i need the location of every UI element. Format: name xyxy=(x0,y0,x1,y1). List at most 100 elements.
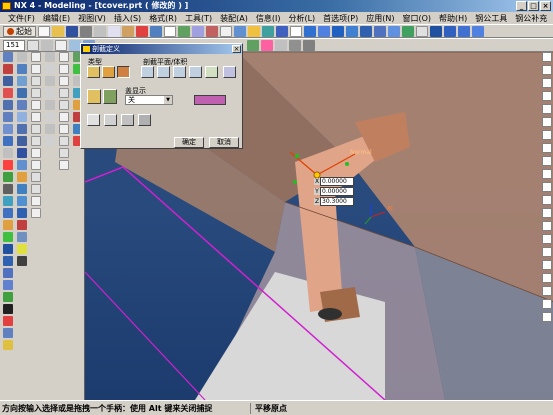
edit-object-icon[interactable] xyxy=(472,25,484,37)
polygon-icon[interactable] xyxy=(31,112,41,122)
cancel-button[interactable]: 取消 xyxy=(209,137,239,148)
spline-icon[interactable] xyxy=(31,88,41,98)
view-more-icon[interactable] xyxy=(541,286,552,296)
coord-y-field[interactable]: Y 0.00000 xyxy=(314,187,354,196)
vector-icon[interactable] xyxy=(261,39,273,51)
extract-icon[interactable] xyxy=(17,196,27,206)
ok-button[interactable]: 确定 xyxy=(174,137,204,148)
dialog-title-bar[interactable]: 剖截定义 × xyxy=(81,44,242,54)
type-one-plane-icon[interactable] xyxy=(87,66,100,78)
cap-select[interactable]: 关 ▼ xyxy=(125,95,173,105)
offset-sketch-icon[interactable] xyxy=(59,148,69,158)
cap-color-swatch[interactable] xyxy=(194,95,226,105)
view-last-icon[interactable] xyxy=(541,312,552,322)
new-file-icon[interactable] xyxy=(38,25,50,37)
view-layout-icon[interactable] xyxy=(541,195,552,205)
subtract-icon[interactable] xyxy=(3,244,13,254)
draft-icon[interactable] xyxy=(3,304,13,314)
chamfer-icon[interactable] xyxy=(3,280,13,290)
view-lights-icon[interactable] xyxy=(541,234,552,244)
view-fit-icon[interactable] xyxy=(541,65,552,75)
view-orient-icon[interactable] xyxy=(541,52,552,62)
datum-plane-icon[interactable] xyxy=(17,52,27,62)
coord-z-field[interactable]: Z 30.3000 xyxy=(314,197,354,206)
pattern-icon[interactable] xyxy=(17,124,27,134)
blend-icon[interactable] xyxy=(3,268,13,278)
coord-z-input[interactable]: 30.3000 xyxy=(320,197,354,206)
view-icon[interactable] xyxy=(206,25,218,37)
save-icon[interactable] xyxy=(66,25,78,37)
patch-icon[interactable] xyxy=(17,148,27,158)
mirror-sketch-icon[interactable] xyxy=(59,160,69,170)
hole-icon[interactable] xyxy=(3,148,13,158)
snap-icon[interactable] xyxy=(41,39,53,51)
project-icon[interactable] xyxy=(31,184,41,194)
menu-view[interactable]: 视图(V) xyxy=(74,13,110,24)
offset-curve-icon[interactable] xyxy=(31,160,41,170)
reset-section-icon[interactable] xyxy=(138,114,151,126)
cap-section-icon[interactable] xyxy=(103,89,117,104)
coord-x-field[interactable]: X 0.00000 xyxy=(314,177,354,186)
handle-point-2[interactable] xyxy=(293,180,297,184)
tube-icon[interactable] xyxy=(3,88,13,98)
length-icon[interactable] xyxy=(45,124,55,134)
view-top-icon[interactable] xyxy=(318,25,330,37)
menu-mold-extra[interactable]: 钢公补充 xyxy=(511,13,551,24)
view-shade-icon[interactable] xyxy=(541,130,552,140)
stretch-icon[interactable] xyxy=(45,112,55,122)
start-button[interactable]: 起始 xyxy=(3,25,36,37)
point-icon[interactable] xyxy=(247,39,259,51)
open-folder-icon[interactable] xyxy=(52,25,64,37)
ruled-icon[interactable] xyxy=(17,220,27,230)
dimension-icon[interactable] xyxy=(59,100,69,110)
menu-format[interactable]: 格式(R) xyxy=(145,13,181,24)
plane-normal-icon[interactable] xyxy=(189,66,202,78)
sweep-icon[interactable] xyxy=(3,76,13,86)
spline-tool-icon[interactable] xyxy=(59,124,69,134)
section-curve-icon[interactable] xyxy=(31,208,41,218)
menu-preferences[interactable]: 首选项(P) xyxy=(319,13,362,24)
view-back-icon[interactable] xyxy=(360,25,372,37)
pan-icon[interactable] xyxy=(248,25,260,37)
menu-insert[interactable]: 插入(S) xyxy=(110,13,145,24)
view-rotate-icon[interactable] xyxy=(541,91,552,101)
color-icon[interactable] xyxy=(458,25,470,37)
slot-icon[interactable] xyxy=(3,196,13,206)
fillet-curve-icon[interactable] xyxy=(45,64,55,74)
divide-curve-icon[interactable] xyxy=(45,76,55,86)
view-snap-icon[interactable] xyxy=(541,273,552,283)
close-button[interactable]: × xyxy=(540,1,551,11)
measure-icon[interactable] xyxy=(303,39,315,51)
plane-tool-icon[interactable] xyxy=(223,66,236,78)
menu-mold-tools[interactable]: 钢公工具 xyxy=(471,13,511,24)
constraint-icon[interactable] xyxy=(59,88,69,98)
revolve-icon[interactable] xyxy=(3,64,13,74)
through-curves-icon[interactable] xyxy=(17,232,27,242)
view-front-icon[interactable] xyxy=(304,25,316,37)
delete-icon[interactable] xyxy=(136,25,148,37)
bounded-plane-icon[interactable] xyxy=(17,208,27,218)
split-icon[interactable] xyxy=(3,340,13,350)
helix-icon[interactable] xyxy=(31,136,41,146)
sew-icon[interactable] xyxy=(17,136,27,146)
view-left-icon[interactable] xyxy=(374,25,386,37)
view-clip-icon[interactable] xyxy=(541,208,552,218)
cone-icon[interactable] xyxy=(3,124,13,134)
handle-point-1[interactable] xyxy=(295,154,299,158)
thicken-icon[interactable] xyxy=(17,184,27,194)
view-extra-icon[interactable] xyxy=(541,299,552,309)
view-save-icon[interactable] xyxy=(541,182,552,192)
shell-icon[interactable] xyxy=(3,292,13,302)
maximize-button[interactable]: □ xyxy=(528,1,539,11)
scale-icon[interactable] xyxy=(17,112,27,122)
view-grid-icon[interactable] xyxy=(541,260,552,270)
menu-application[interactable]: 应用(N) xyxy=(362,13,398,24)
move-face-icon[interactable] xyxy=(17,172,27,182)
zoom-icon[interactable] xyxy=(220,25,232,37)
fillet-icon[interactable] xyxy=(59,112,69,122)
view-right-icon[interactable] xyxy=(332,25,344,37)
menu-help[interactable]: 帮助(H) xyxy=(435,13,471,24)
type-two-planes-icon[interactable] xyxy=(102,66,115,78)
smooth-icon[interactable] xyxy=(45,136,55,146)
fit-icon[interactable] xyxy=(262,25,274,37)
